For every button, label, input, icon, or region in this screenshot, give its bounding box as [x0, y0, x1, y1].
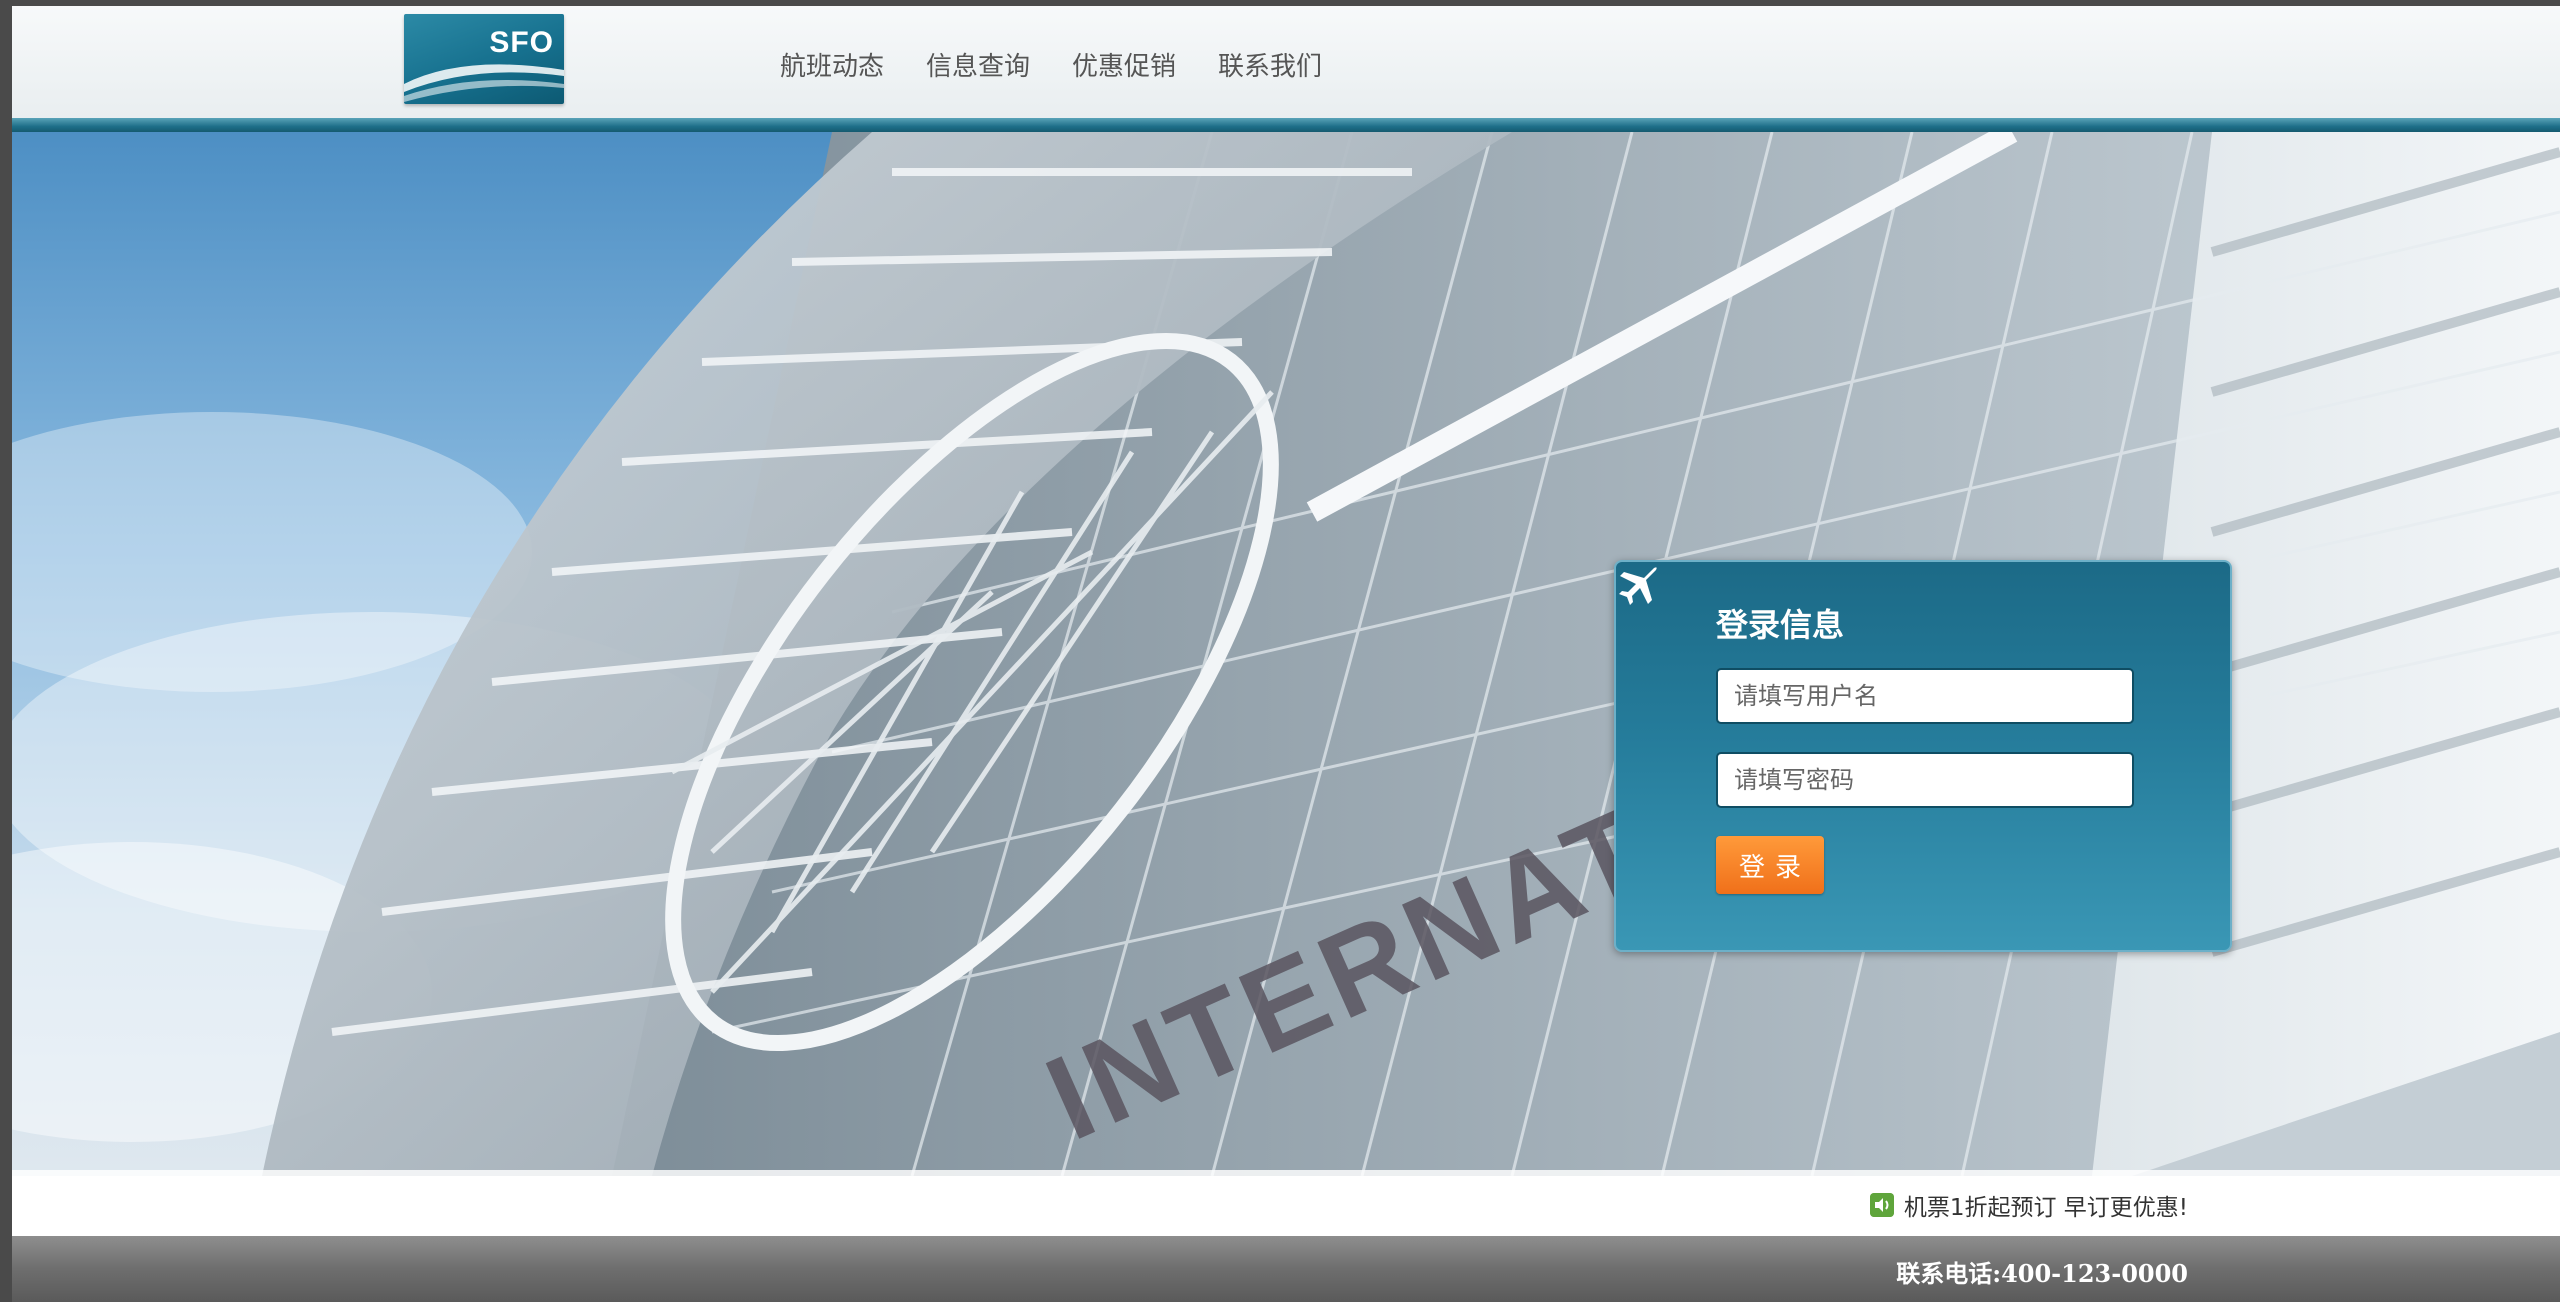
nav-info-query[interactable]: 信息查询	[926, 46, 1030, 83]
promo-text: 机票1折起预订 早订更优惠!	[1903, 1195, 2188, 1221]
contact-phone: 联系电话:400-123-0000	[1896, 1259, 2188, 1288]
nav-promotions[interactable]: 优惠促销	[1072, 46, 1176, 83]
logo-text: SFO	[489, 26, 554, 59]
page: SFO 航班动态 信息查询 优惠促销 联系我们 INTERNATIONAL 登录…	[12, 6, 2560, 1302]
site-header: SFO 航班动态 信息查询 优惠促销 联系我们	[12, 6, 2560, 118]
airplane-icon	[1619, 567, 1657, 605]
nav-contact-us[interactable]: 联系我们	[1218, 46, 1322, 83]
username-input[interactable]	[1716, 668, 2134, 724]
speaker-icon	[1869, 1193, 1894, 1217]
hero-banner: INTERNATIONAL 登录信息 请填写用户名 请填写密码 登录	[12, 132, 2560, 1176]
header-divider	[12, 118, 2560, 132]
promo-bar: 机票1折起预订 早订更优惠!	[12, 1170, 2560, 1236]
login-button[interactable]: 登录	[1716, 836, 1824, 894]
promo-notice: 机票1折起预订 早订更优惠!	[1869, 1188, 2188, 1222]
main-nav: 航班动态 信息查询 优惠促销 联系我们	[780, 46, 1322, 83]
password-input[interactable]	[1716, 752, 2134, 808]
nav-flight-status[interactable]: 航班动态	[780, 46, 884, 83]
sfo-logo[interactable]: SFO	[404, 14, 564, 104]
login-panel: 登录信息 登录	[1614, 560, 2232, 952]
site-footer: 联系电话:400-123-0000	[12, 1236, 2560, 1302]
login-title: 登录信息	[1716, 606, 1845, 644]
